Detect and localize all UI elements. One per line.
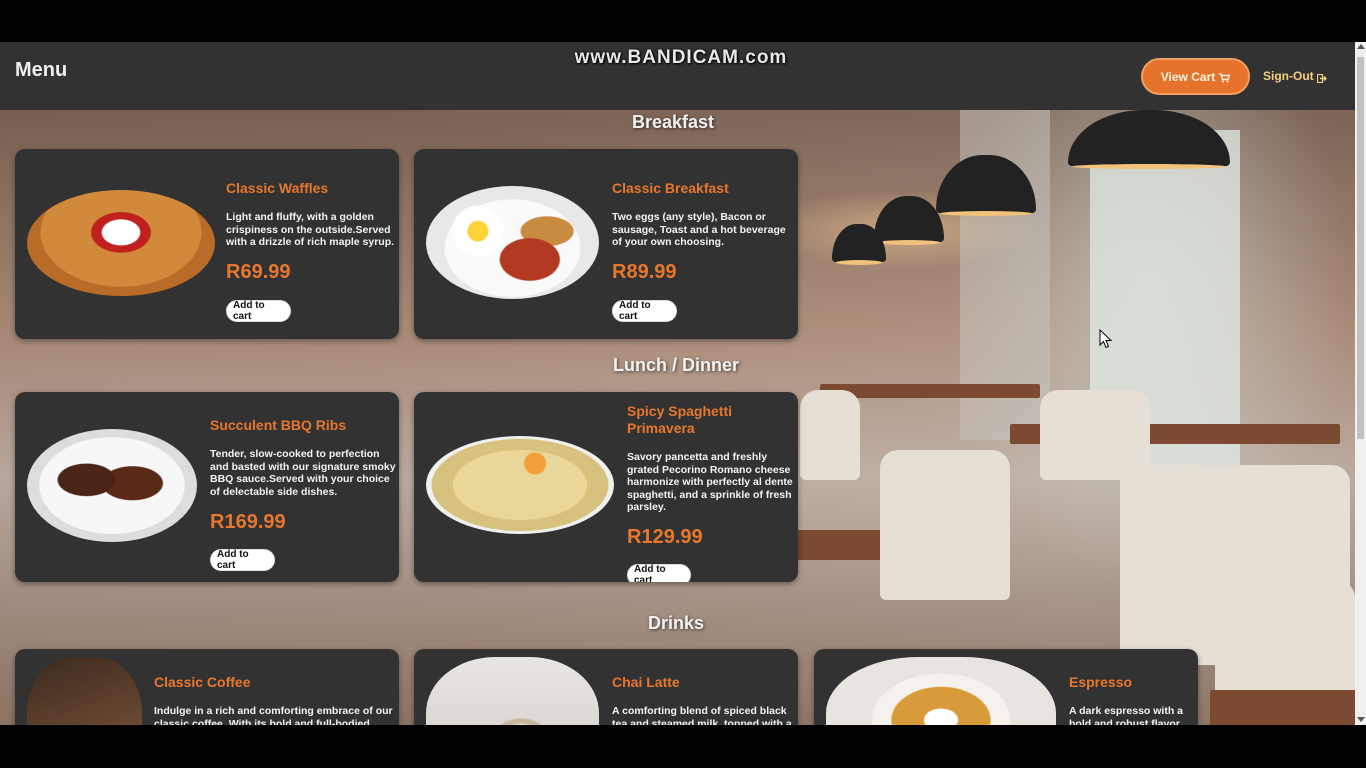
item-description: Light and fluffy, with a golden crispine… bbox=[226, 211, 395, 248]
scroll-thumb[interactable] bbox=[1357, 57, 1364, 439]
vertical-scrollbar[interactable] bbox=[1355, 42, 1366, 725]
sign-out-link[interactable]: Sign-Out bbox=[1263, 69, 1327, 83]
item-price: R69.99 bbox=[226, 261, 291, 283]
browser-viewport: Menu View Cart Sign-Out Breakfast Classi… bbox=[0, 42, 1355, 725]
item-name: Classic Waffles bbox=[226, 180, 329, 196]
chair bbox=[1040, 390, 1150, 480]
section-title-breakfast: Breakfast bbox=[632, 112, 715, 132]
letterbox-top bbox=[0, 0, 1366, 42]
shopping-cart-icon bbox=[1219, 72, 1231, 83]
item-name: Espresso bbox=[1069, 674, 1133, 690]
chair bbox=[800, 390, 860, 480]
add-to-cart-button[interactable]: Add to cart bbox=[612, 300, 677, 322]
sign-out-icon bbox=[1316, 72, 1327, 83]
item-price: R169.99 bbox=[210, 511, 286, 533]
item-description: Savory pancetta and freshly grated Pecor… bbox=[627, 451, 793, 513]
add-to-cart-button[interactable]: Add to cart bbox=[210, 549, 275, 571]
item-description: Indulge in a rich and comforting embrace… bbox=[154, 705, 393, 725]
letterbox-bottom bbox=[0, 725, 1366, 768]
item-description: Two eggs (any style), Bacon or sausage, … bbox=[612, 211, 786, 248]
waffles-image bbox=[27, 190, 215, 296]
menu-card-classic-coffee: Classic Coffee Indulge in a rich and com… bbox=[15, 649, 399, 725]
item-description: Tender, slow-cooked to perfection and ba… bbox=[210, 448, 396, 498]
breakfast-image bbox=[426, 186, 599, 299]
item-name: Classic Coffee bbox=[154, 674, 251, 690]
sign-out-label: Sign-Out bbox=[1263, 69, 1314, 83]
item-name: Spicy Spaghetti Primavera bbox=[627, 403, 733, 436]
spaghetti-image bbox=[426, 436, 614, 534]
section-title-drinks: Drinks bbox=[648, 613, 705, 633]
section-title-lunch-dinner: Lunch / Dinner bbox=[613, 355, 739, 375]
espresso-image bbox=[826, 657, 1056, 725]
item-name: Succulent BBQ Ribs bbox=[210, 417, 347, 433]
pendant-lamp bbox=[874, 196, 944, 245]
bandicam-watermark: www.BANDICAM.com bbox=[574, 47, 788, 68]
bbq-ribs-image bbox=[27, 429, 197, 542]
menu-card-spaghetti-primavera: Spicy Spaghetti Primavera Savory pancett… bbox=[414, 392, 798, 582]
table bbox=[1210, 690, 1355, 725]
add-to-cart-button[interactable]: Add to cart bbox=[627, 564, 691, 582]
item-description: A comforting blend of spiced black tea a… bbox=[612, 705, 792, 725]
item-name: Classic Breakfast bbox=[612, 180, 729, 196]
scroll-down-arrow-icon[interactable] bbox=[1357, 717, 1365, 722]
chair bbox=[880, 450, 1010, 600]
add-to-cart-button[interactable]: Add to cart bbox=[226, 300, 291, 322]
view-cart-label: View Cart bbox=[1160, 69, 1216, 84]
coffee-image bbox=[27, 657, 142, 725]
menu-card-espresso: Espresso A dark espresso with a bold and… bbox=[814, 649, 1198, 725]
menu-card-chai-latte: Chai Latte A comforting blend of spiced … bbox=[414, 649, 798, 725]
menu-card-classic-waffles: Classic Waffles Light and fluffy, with a… bbox=[15, 149, 399, 339]
item-price: R129.99 bbox=[627, 526, 703, 548]
chai-latte-image bbox=[426, 657, 599, 725]
pendant-lamp bbox=[1068, 110, 1230, 169]
item-description: A dark espresso with a bold and robust f… bbox=[1069, 705, 1183, 725]
menu-card-bbq-ribs: Succulent BBQ Ribs Tender, slow-cooked t… bbox=[15, 392, 399, 582]
mouse-cursor-icon bbox=[1099, 328, 1113, 354]
item-name: Chai Latte bbox=[612, 674, 680, 690]
item-price: R89.99 bbox=[612, 261, 677, 283]
menu-card-classic-breakfast: Classic Breakfast Two eggs (any style), … bbox=[414, 149, 798, 339]
